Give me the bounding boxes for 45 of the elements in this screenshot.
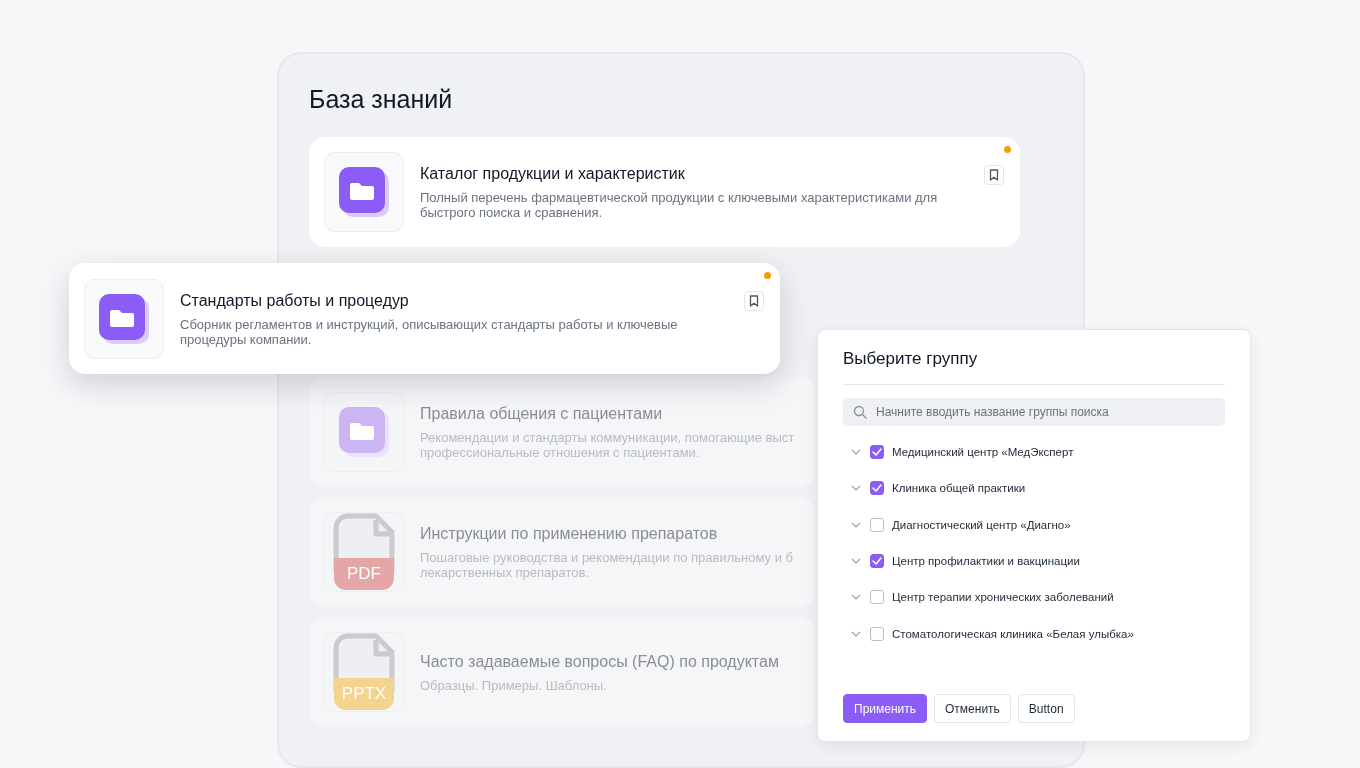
chevron-icon[interactable] — [851, 558, 861, 565]
search-field[interactable]: Начните вводить название группы поиска — [843, 398, 1225, 426]
group-label: Центр терапии хронических заболеваний — [892, 591, 1114, 604]
checkbox[interactable] — [870, 626, 884, 641]
action-button[interactable]: Button — [1017, 694, 1075, 723]
card-description: Рекомендации и стандарты коммуникации, помогающие выст профессиональные отношения с пациентами. — [420, 430, 796, 460]
card-title: Правила общения с пациентами — [420, 404, 664, 424]
group-label: Клиника общей практики — [892, 482, 1026, 495]
file-type-label: PDF — [334, 558, 394, 590]
checkbox[interactable] — [870, 590, 884, 605]
card-title: Стандарты работы и процедур — [180, 290, 410, 311]
card[interactable]: Каталог продукции и характеристик Полный перечень фармацевтической продукции с ключевыми характеристиками для быстрого поиска и сравнения. — [309, 137, 1020, 247]
dialog-title: Выберите группу — [843, 348, 1225, 385]
chevron-icon[interactable] — [851, 630, 861, 637]
card-description: Сборник регламентов и инструкций, описывающих стандарты работы и ключевые процедуры компании. — [180, 316, 679, 347]
chevron-icon[interactable] — [851, 594, 861, 601]
chevron-icon[interactable] — [851, 449, 861, 456]
folder-icon — [339, 167, 389, 217]
group-label: Стоматологическая клиника «Белая улыбка» — [892, 627, 1134, 640]
bookmark-button[interactable] — [984, 165, 1004, 185]
group-label: Центр профилактики и вакцинации — [892, 555, 1080, 568]
group-label: Диагностический центр «Диагно» — [892, 518, 1071, 531]
checkbox[interactable] — [870, 445, 884, 460]
page-title: База знаний — [309, 84, 454, 115]
checkbox[interactable] — [870, 481, 884, 496]
card-description: Образцы. Примеры. Шаблоны. — [420, 677, 608, 693]
folder-icon — [99, 293, 149, 344]
group-label: Медицинский центр «МедЭксперт — [892, 446, 1074, 459]
bookmark-icon — [749, 295, 759, 307]
card-title: Часто задаваемые вопросы (FAQ) по продуктам — [420, 651, 780, 672]
card-description: Полный перечень фармацевтической продукции с ключевыми характеристиками для быстрого поиска и сравнения. — [420, 190, 939, 220]
checkbox[interactable] — [870, 554, 884, 569]
folder-icon — [339, 407, 389, 457]
chevron-icon[interactable] — [851, 521, 861, 528]
card-title: Каталог продукции и характеристик — [420, 164, 686, 184]
checkbox[interactable] — [870, 517, 884, 532]
chevron-icon[interactable] — [851, 485, 861, 492]
bookmark-button[interactable] — [744, 291, 764, 311]
apply-button[interactable]: Применить — [843, 694, 927, 723]
action-button[interactable]: Отменить — [934, 694, 1011, 723]
file-type-label: PPTX — [334, 678, 394, 710]
card-description: Пошаговые руководства и рекомендации по правильному и б лекарственных препаратов. — [420, 550, 794, 580]
card[interactable]: Стандарты работы и процедур Сборник регламентов и инструкций, описывающих стандарты работы и ключевые процедуры компании. — [69, 263, 780, 374]
bookmark-icon — [989, 169, 999, 181]
card-title: Инструкции по применению препаратов — [420, 524, 719, 544]
